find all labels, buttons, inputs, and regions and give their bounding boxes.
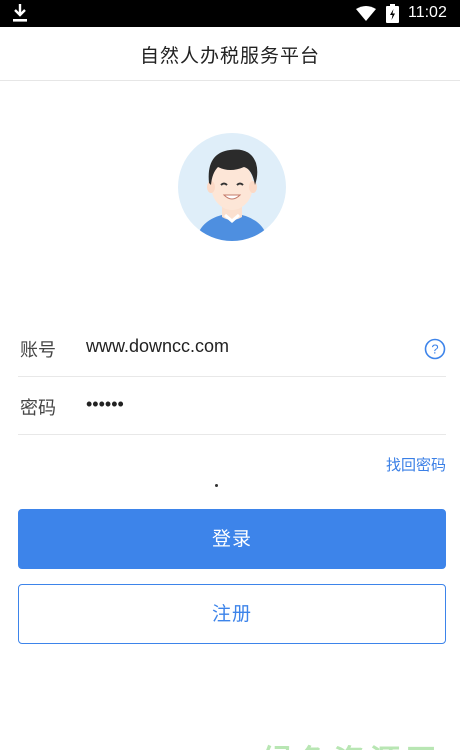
account-row: 账号 ? — [18, 319, 446, 377]
password-label: 密码 — [20, 398, 56, 419]
account-input[interactable] — [86, 336, 406, 357]
wifi-icon — [356, 6, 376, 21]
password-row: 密码 — [18, 377, 446, 435]
decorative-dot — [215, 484, 218, 487]
forgot-password-link[interactable]: 找回密码 — [386, 454, 446, 475]
status-time: 11:02 — [408, 4, 447, 21]
avatar — [178, 133, 286, 241]
status-bar: 11:02 — [0, 0, 460, 27]
app-header: 自然人办税服务平台 — [0, 27, 460, 81]
avatar-illustration — [196, 149, 268, 241]
page-title: 自然人办税服务平台 — [139, 45, 320, 67]
password-input[interactable] — [86, 394, 406, 415]
svg-text:?: ? — [431, 342, 438, 357]
register-button[interactable]: 注册 — [18, 584, 446, 644]
download-icon — [13, 4, 27, 22]
watermark: 绿色资源网 — [262, 736, 442, 750]
account-label: 账号 — [20, 340, 56, 361]
login-button[interactable]: 登录 — [18, 509, 446, 569]
battery-icon — [386, 4, 399, 23]
question-circle-icon[interactable]: ? — [424, 338, 446, 360]
